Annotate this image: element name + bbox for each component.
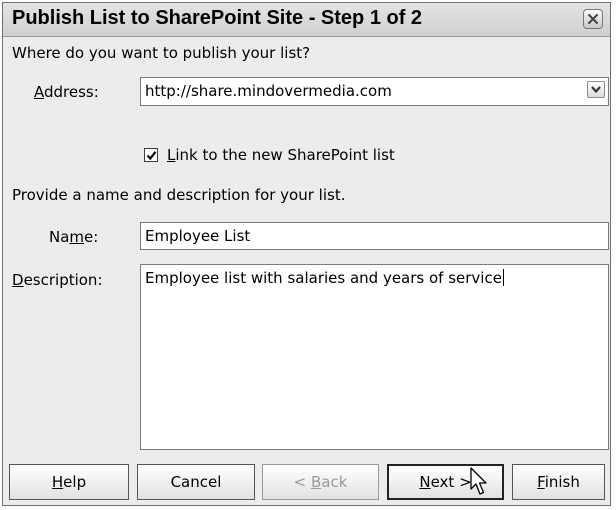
close-button[interactable]	[583, 9, 603, 29]
description-value: Employee list with salaries and years of…	[145, 269, 504, 287]
mouse-pointer-icon	[470, 467, 487, 495]
checkmark-icon	[146, 151, 157, 161]
name-field[interactable]: Employee List	[140, 222, 609, 250]
publish-dialog: Publish List to SharePoint Site - Step 1…	[2, 2, 611, 506]
address-dropdown-button[interactable]	[587, 81, 605, 98]
list-details-prompt: Provide a name and description for your …	[12, 186, 346, 204]
back-button[interactable]: < Back	[262, 464, 379, 500]
text-caret	[502, 269, 504, 286]
chevron-down-icon	[591, 86, 601, 94]
close-icon	[588, 14, 598, 24]
name-value: Employee List	[145, 227, 251, 245]
address-label: Address:	[34, 83, 99, 101]
link-checkbox[interactable]	[144, 148, 158, 162]
finish-button[interactable]: Finish	[512, 464, 605, 500]
description-label: Description:	[12, 271, 103, 289]
cancel-button[interactable]: Cancel	[137, 464, 255, 500]
dialog-title: Publish List to SharePoint Site - Step 1…	[12, 7, 423, 29]
publish-location-prompt: Where do you want to publish your list?	[12, 44, 311, 62]
description-field[interactable]: Employee list with salaries and years of…	[140, 264, 609, 450]
name-label: Name:	[49, 228, 99, 246]
link-label[interactable]: Link to the new SharePoint list	[167, 146, 395, 164]
title-bar[interactable]: Publish List to SharePoint Site - Step 1…	[3, 3, 610, 37]
help-button[interactable]: Help	[9, 464, 129, 500]
address-value: http://share.mindovermedia.com	[145, 82, 392, 100]
address-combobox[interactable]: http://share.mindovermedia.com	[140, 77, 609, 106]
